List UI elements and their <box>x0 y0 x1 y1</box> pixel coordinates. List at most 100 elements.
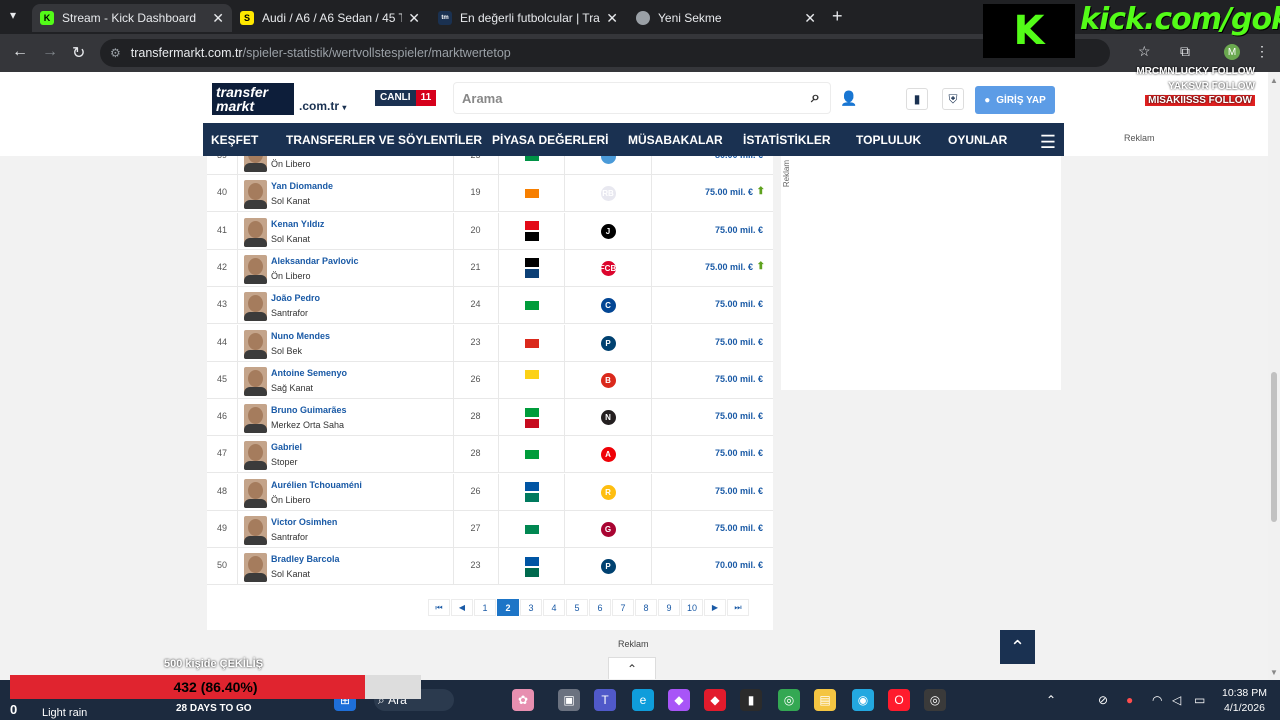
page-link[interactable]: 10 <box>681 599 703 616</box>
player-photo[interactable] <box>244 553 267 583</box>
club-crest-icon[interactable]: J <box>600 223 616 239</box>
player-photo[interactable] <box>244 329 267 359</box>
prev-page-icon[interactable]: ◀ <box>451 599 473 616</box>
market-value-link[interactable]: 75.00 mil. € <box>705 187 753 197</box>
scroll-down-icon[interactable]: ▼ <box>1270 668 1278 677</box>
app-icon[interactable]: ▮ <box>740 689 762 711</box>
page-link[interactable]: 7 <box>612 599 634 616</box>
close-icon[interactable]: ✕ <box>408 10 420 27</box>
market-value-link[interactable]: 75.00 mil. € <box>705 262 753 272</box>
site-info-icon[interactable]: ⚙ <box>110 46 121 60</box>
market-value-link[interactable]: 70.00 mil. € <box>715 560 763 570</box>
player-search-icon[interactable]: 👤 <box>840 90 857 107</box>
task-view-icon[interactable]: ▣ <box>558 689 580 711</box>
player-name-link[interactable]: Aurélien Tchouaméni <box>271 480 362 490</box>
player-photo[interactable] <box>244 254 267 284</box>
player-photo[interactable] <box>244 292 267 322</box>
page-link[interactable]: 5 <box>566 599 588 616</box>
close-icon[interactable]: ✕ <box>804 10 816 27</box>
bookmark-icon[interactable]: ▮ <box>906 88 928 110</box>
clock[interactable]: 10:38 PM 4/1/2026 <box>1222 686 1267 716</box>
player-photo[interactable] <box>244 516 267 545</box>
teams-icon[interactable]: T <box>594 689 616 711</box>
new-tab-button[interactable]: + <box>832 6 843 27</box>
reload-icon[interactable]: ↻ <box>72 43 85 63</box>
player-name-link[interactable]: Antoine Semenyo <box>271 368 347 378</box>
tray-overflow-icon[interactable]: ⌃ <box>1046 693 1056 707</box>
scrollbar-thumb[interactable] <box>1271 372 1277 522</box>
nav-statistics[interactable]: İSTATİSTİKLER <box>743 133 831 147</box>
login-button[interactable]: ● GİRİŞ YAP <box>975 86 1055 114</box>
page-link[interactable]: 3 <box>520 599 542 616</box>
nav-kesfet[interactable]: KEŞFET <box>211 133 258 147</box>
market-value-link[interactable]: 75.00 mil. € <box>715 225 763 235</box>
wifi-icon[interactable]: ◠ <box>1152 693 1162 707</box>
live-button[interactable]: CANLI 11 <box>375 90 437 106</box>
tab-audi[interactable]: S Audi / A6 / A6 Sedan / 45 TFSI ✕ <box>232 4 428 32</box>
page-link[interactable]: 1 <box>474 599 496 616</box>
club-crest-icon[interactable]: P <box>600 335 616 351</box>
page-link[interactable]: 8 <box>635 599 657 616</box>
player-name-link[interactable]: Nuno Mendes <box>271 331 330 341</box>
first-page-icon[interactable]: ⏮ <box>428 599 450 616</box>
club-crest-icon[interactable]: R <box>600 484 616 500</box>
market-value-link[interactable]: 75.00 mil. € <box>715 337 763 347</box>
club-crest-icon[interactable]: B <box>600 372 616 388</box>
app-icon[interactable]: ◎ <box>924 689 946 711</box>
player-photo[interactable] <box>244 478 267 508</box>
tab-new[interactable]: Yeni Sekme ✕ <box>628 4 824 32</box>
chrome-icon[interactable]: ◎ <box>778 689 800 711</box>
market-value-link[interactable]: 75.00 mil. € <box>715 448 763 458</box>
domain-selector[interactable]: .com.tr ▾ <box>299 99 346 113</box>
player-name-link[interactable]: Gabriel <box>271 442 302 452</box>
player-photo[interactable] <box>244 441 267 471</box>
next-page-icon[interactable]: ▶ <box>704 599 726 616</box>
scroll-to-top-button[interactable]: ⌃ <box>1000 630 1035 664</box>
weather-widget[interactable]: Light rain <box>42 707 87 719</box>
file-explorer-icon[interactable]: ▤ <box>814 689 836 711</box>
page-link[interactable]: 6 <box>589 599 611 616</box>
hamburger-menu-icon[interactable]: ☰ <box>1040 132 1056 153</box>
tab-transfermarkt[interactable]: tm En değerli futbolcular | Transfer ✕ <box>430 4 626 32</box>
club-crest-icon[interactable]: P <box>600 559 616 575</box>
player-name-link[interactable]: João Pedro <box>271 293 320 303</box>
search-input[interactable]: Arama ⌕ <box>453 82 831 114</box>
player-photo[interactable] <box>244 366 267 396</box>
scroll-up-icon[interactable]: ▲ <box>1270 76 1278 85</box>
player-photo[interactable] <box>244 404 267 434</box>
player-name-link[interactable]: Aleksandar Pavlovic <box>271 256 359 266</box>
market-value-link[interactable]: 75.00 mil. € <box>715 374 763 384</box>
nav-competitions[interactable]: MÜSABAKALAR <box>628 133 723 147</box>
edge-icon[interactable]: e <box>632 689 654 711</box>
club-crest-icon[interactable]: C <box>600 298 616 314</box>
player-photo[interactable] <box>244 217 267 247</box>
page-link[interactable]: 9 <box>658 599 680 616</box>
widgets-icon[interactable]: ✿ <box>512 689 534 711</box>
microphone-icon[interactable]: ● <box>1126 693 1133 707</box>
extensions-icon[interactable]: ⧉ <box>1180 43 1190 60</box>
transfermarkt-logo[interactable]: transfer markt <box>212 83 294 115</box>
player-name-link[interactable]: Bradley Barcola <box>271 554 340 564</box>
club-crest-icon[interactable]: N <box>600 410 616 426</box>
tab-kick-dashboard[interactable]: K Stream - Kick Dashboard ✕ <box>32 4 232 32</box>
bookmark-star-icon[interactable]: ☆ <box>1138 43 1151 60</box>
tab-search-icon[interactable]: ▾ <box>10 8 16 22</box>
address-bar[interactable]: ⚙ transfermarkt.com.tr/spieler-statistik… <box>100 39 1110 67</box>
copilot-icon[interactable]: ◆ <box>668 689 690 711</box>
page-scrollbar[interactable]: ▲ ▼ <box>1268 72 1280 680</box>
player-name-link[interactable]: Yan Diomande <box>271 181 333 191</box>
player-photo[interactable] <box>244 180 267 210</box>
forward-icon[interactable]: → <box>42 43 58 61</box>
app-icon[interactable]: ◉ <box>852 689 874 711</box>
tray-icon[interactable]: ⊘ <box>1098 693 1108 707</box>
expand-ad-button[interactable]: ⌃ <box>608 657 656 679</box>
close-icon[interactable]: ✕ <box>606 10 618 27</box>
battery-icon[interactable]: ▭ <box>1194 693 1205 707</box>
menu-icon[interactable]: ⋮ <box>1255 43 1269 60</box>
opera-icon[interactable]: O <box>888 689 910 711</box>
market-value-link[interactable]: 75.00 mil. € <box>715 299 763 309</box>
volume-icon[interactable]: ◁ <box>1172 693 1181 707</box>
nav-games[interactable]: OYUNLAR <box>948 133 1007 147</box>
app-icon[interactable]: ◆ <box>704 689 726 711</box>
back-icon[interactable]: ← <box>12 43 28 61</box>
